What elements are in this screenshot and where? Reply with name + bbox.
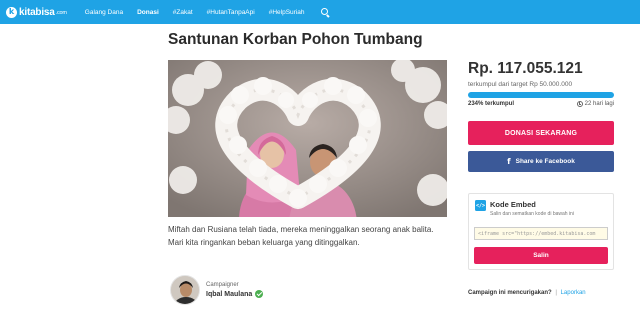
top-navbar: k kitabisa.com Galang Dana Donasi #Zakat… [0,0,640,24]
days-remaining-text: 22 hari lagi [584,101,614,107]
nav-links: Galang Dana Donasi #Zakat #HutanTanpaApi… [85,0,330,24]
brand-logo[interactable]: k kitabisa.com [6,6,67,18]
avatar[interactable] [170,275,200,305]
donate-now-button[interactable]: DONASI SEKARANG [468,121,614,145]
report-separator: | [555,290,557,296]
code-icon: </> [475,200,486,211]
embed-texts: Kode Embed Salin dan sematkan kode di ba… [490,200,574,217]
campaign-photo [168,60,447,217]
nav-link-zakat[interactable]: #Zakat [173,9,193,16]
embed-subtitle: Salin dan sematkan kode di bawah ini [490,211,574,217]
campaigner-name[interactable]: Iqbal Maulana [206,291,252,298]
report-campaign: Campaign ini mencurigakan? | Laporkan [468,290,586,296]
embed-header: </> Kode Embed Salin dan sematkan kode d… [475,200,574,217]
share-facebook-label: Share ke Facebook [515,158,575,165]
campaigner-info: Campaigner Iqbal Maulana [206,282,264,298]
share-facebook-button[interactable]: f Share ke Facebook [468,151,614,172]
funding-stats: 234% terkumpul 22 hari lagi [468,101,614,107]
embed-title: Kode Embed [490,200,536,209]
nav-link-hutan-tanpa-api[interactable]: #HutanTanpaApi [207,9,255,16]
brand-name: kitabisa.com [19,6,67,18]
copy-button[interactable]: Salin [474,247,608,264]
progress-bar [468,92,614,98]
nav-link-donasi[interactable]: Donasi [137,9,159,16]
campaigner-name-row: Iqbal Maulana [206,290,264,298]
days-remaining: 22 hari lagi [576,101,614,107]
report-question: Campaign ini mencurigakan? [468,290,552,296]
campaign-description: Miftah dan Rusiana telah tiada, mereka m… [168,225,434,247]
nav-link-galang-dana[interactable]: Galang Dana [85,9,123,16]
embed-code-field[interactable]: <iframe src="https://embed.kitabisa.com [474,227,608,240]
clock-icon [576,101,583,107]
verified-icon [255,290,264,298]
kitabisa-logo-icon: k [6,6,17,18]
campaigner-label: Campaigner [206,282,239,288]
progress-fill [468,92,614,98]
embed-code-box: </> Kode Embed Salin dan sematkan kode d… [468,193,614,270]
collected-amount: Rp. 117.055.121 [468,60,583,77]
facebook-icon: f [507,157,511,166]
campaign-title: Santunan Korban Pohon Tumbang [168,31,423,48]
report-link[interactable]: Laporkan [561,290,586,296]
percent-collected: 234% terkumpul [468,101,515,107]
campaigner-block: Campaigner Iqbal Maulana [170,275,264,305]
search-icon[interactable] [320,7,330,17]
nav-link-help-suriah[interactable]: #HelpSuriah [269,9,305,16]
target-text: terkumpul dari target Rp 50.000.000 [468,81,573,88]
